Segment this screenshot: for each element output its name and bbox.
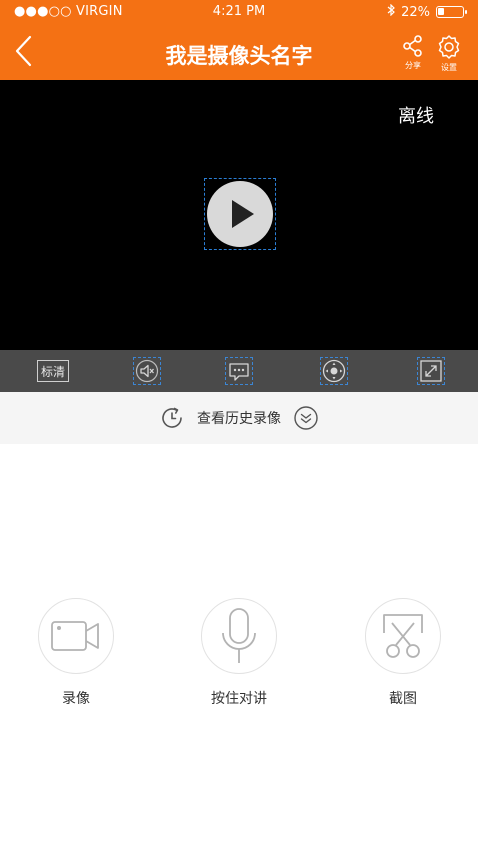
record-button[interactable]: 录像 [37, 598, 115, 708]
battery-percent: 22% [401, 4, 430, 20]
screenshot-label: 截图 [389, 691, 417, 707]
bluetooth-icon [387, 3, 395, 20]
history-label: 查看历史录像 [197, 411, 281, 427]
talk-circle[interactable] [201, 598, 277, 674]
microphone-icon [222, 608, 256, 663]
scissors-icon [383, 614, 423, 658]
video-player[interactable]: 离线 [0, 80, 478, 350]
mute-button[interactable] [133, 357, 161, 385]
battery-icon [436, 6, 467, 18]
record-label: 录像 [62, 691, 90, 707]
direction-pad-icon [322, 359, 346, 383]
settings-button[interactable]: 设置 [432, 34, 466, 74]
speaker-muted-icon [135, 359, 159, 383]
play-button[interactable] [204, 178, 276, 250]
message-button[interactable] [225, 357, 253, 385]
app-header: ●●●○○ VIRGIN 4:21 PM 22% 我是摄像头名字 分享 设置 [0, 0, 478, 80]
share-button[interactable]: 分享 [396, 34, 430, 74]
settings-label: 设置 [441, 63, 457, 72]
video-camera-icon [51, 621, 99, 651]
history-clock-icon [162, 407, 182, 428]
chat-bubble-icon [229, 363, 249, 381]
push-to-talk-button[interactable]: 按住对讲 [200, 598, 278, 708]
video-toolbar: 标清 [0, 350, 478, 392]
screenshot-button[interactable]: 截图 [364, 598, 442, 708]
gear-icon [438, 35, 460, 59]
fullscreen-icon [420, 360, 442, 382]
talk-label: 按住对讲 [211, 691, 267, 707]
play-icon [207, 181, 273, 247]
status-right: 22% [387, 3, 467, 20]
share-icon [403, 35, 422, 57]
ptz-control-button[interactable] [320, 357, 348, 385]
status-bar: ●●●○○ VIRGIN 4:21 PM 22% [0, 0, 478, 24]
record-circle[interactable] [38, 598, 114, 674]
screenshot-circle[interactable] [365, 598, 441, 674]
fullscreen-button[interactable] [417, 357, 445, 385]
share-label: 分享 [405, 61, 421, 70]
quality-button[interactable]: 标清 [37, 360, 69, 382]
history-bar[interactable]: 查看历史录像 [0, 392, 478, 444]
double-chevron-down-icon [294, 406, 318, 430]
offline-status: 离线 [398, 106, 434, 127]
